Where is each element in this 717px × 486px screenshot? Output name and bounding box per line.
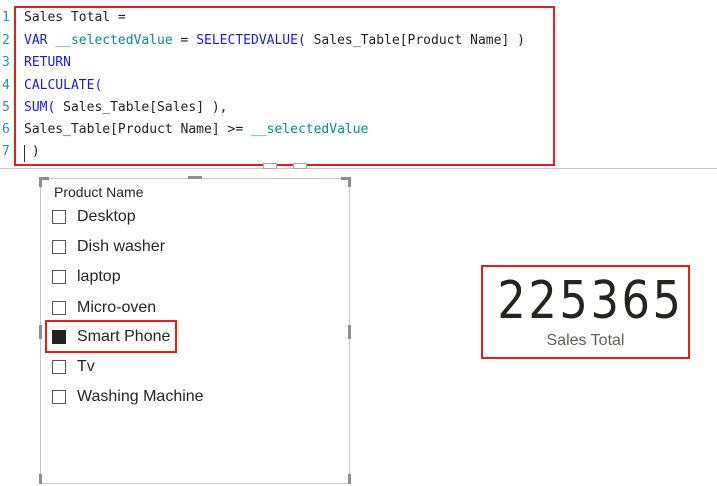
formula-highlight-box [14, 6, 555, 166]
slicer-item-desktop[interactable]: Desktop [52, 206, 136, 228]
card-label: Sales Total [546, 332, 625, 349]
slicer-item-dish-washer[interactable]: Dish washer [52, 236, 165, 258]
slicer-resize-handle-top-left-vertical[interactable] [39, 177, 42, 187]
slicer-item-label: Desktop [77, 208, 136, 225]
line-number: 2 [2, 33, 10, 48]
editor-resize-handle-left[interactable] [263, 163, 277, 169]
checkbox[interactable] [52, 270, 66, 284]
report-canvas: 1234567 Sales Total = VAR __selectedValue… [0, 0, 717, 486]
line-number: 7 [2, 144, 10, 159]
checkbox[interactable] [52, 390, 66, 404]
slicer-item-label: laptop [77, 268, 121, 285]
slicer-item-label: Micro-oven [77, 299, 157, 316]
slicer-resize-handle-left[interactable] [39, 325, 42, 339]
slicer-resize-handle-bottom-right[interactable] [348, 474, 351, 484]
checkbox[interactable] [52, 240, 66, 254]
slicer-item-tv[interactable]: Tv [52, 356, 95, 378]
editor-resize-handle-right[interactable] [293, 163, 307, 169]
checkbox[interactable] [52, 210, 66, 224]
line-number: 6 [2, 122, 10, 137]
slicer-resize-handle-right[interactable] [348, 325, 351, 339]
card-value: 225365 [497, 271, 684, 331]
slicer-resize-handle-bottom-left[interactable] [39, 474, 42, 484]
slicer-resize-handle-top-right-vertical[interactable] [348, 177, 351, 187]
slicer-item-washing-machine[interactable]: Washing Machine [52, 386, 204, 408]
slicer-resize-handle-top[interactable] [188, 176, 202, 179]
slicer-item-label: Tv [77, 358, 95, 375]
selected-item-highlight-box [45, 320, 177, 353]
line-number: 1 [2, 10, 10, 25]
slicer-item-laptop[interactable]: laptop [52, 266, 121, 288]
checkbox[interactable] [52, 301, 66, 315]
line-number: 4 [2, 78, 10, 93]
line-number: 5 [2, 100, 10, 115]
slicer-item-label: Dish washer [77, 238, 166, 255]
slicer-item-label: Washing Machine [77, 388, 204, 405]
line-number-gutter: 1 2 3 4 5 6 7 [0, 0, 13, 168]
checkbox[interactable] [52, 360, 66, 374]
slicer-item-micro-oven[interactable]: Micro-oven [52, 297, 156, 319]
slicer-header: Product Name [54, 184, 144, 200]
sales-total-card[interactable]: 225365 Sales Total [481, 265, 690, 359]
line-number: 3 [2, 55, 10, 70]
